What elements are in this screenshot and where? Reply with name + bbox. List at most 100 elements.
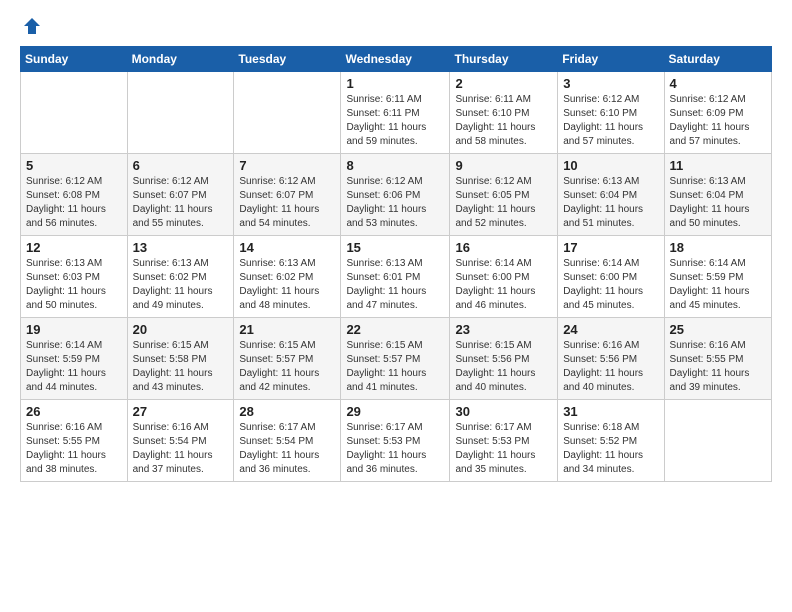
calendar-cell: 9 Sunrise: 6:12 AM Sunset: 6:05 PM Daylig…	[450, 154, 558, 236]
day-number: 16	[455, 240, 552, 255]
calendar-cell: 24 Sunrise: 6:16 AM Sunset: 5:56 PM Dayli…	[558, 318, 664, 400]
day-info: Sunrise: 6:13 AM Sunset: 6:02 PM Dayligh…	[239, 257, 335, 313]
calendar-week-row: 12 Sunrise: 6:13 AM Sunset: 6:03 PM Dayli…	[21, 236, 772, 318]
calendar-cell: 22 Sunrise: 6:15 AM Sunset: 5:57 PM Dayli…	[341, 318, 450, 400]
day-number: 3	[563, 76, 658, 91]
day-number: 7	[239, 158, 335, 173]
day-info: Sunrise: 6:11 AM Sunset: 6:10 PM Dayligh…	[455, 93, 552, 149]
day-number: 23	[455, 322, 552, 337]
day-info: Sunrise: 6:17 AM Sunset: 5:53 PM Dayligh…	[455, 421, 552, 477]
calendar-cell: 30Sunrise: 6:17 AM Sunset: 5:53 PM Dayli…	[450, 400, 558, 482]
calendar-cell: 16 Sunrise: 6:14 AM Sunset: 6:00 PM Dayli…	[450, 236, 558, 318]
day-number: 11	[670, 158, 766, 173]
day-number: 19	[26, 322, 122, 337]
calendar-cell: 15Sunrise: 6:13 AM Sunset: 6:01 PM Dayli…	[341, 236, 450, 318]
calendar-header-wednesday: Wednesday	[341, 47, 450, 72]
calendar-cell: 21 Sunrise: 6:15 AM Sunset: 5:57 PM Dayli…	[234, 318, 341, 400]
day-info: Sunrise: 6:12 AM Sunset: 6:10 PM Dayligh…	[563, 93, 658, 149]
calendar-cell: 7Sunrise: 6:12 AM Sunset: 6:07 PM Daylig…	[234, 154, 341, 236]
day-info: Sunrise: 6:15 AM Sunset: 5:57 PM Dayligh…	[239, 339, 335, 395]
logo	[20, 16, 42, 36]
day-info: Sunrise: 6:12 AM Sunset: 6:09 PM Dayligh…	[670, 93, 766, 149]
calendar-cell: 27 Sunrise: 6:16 AM Sunset: 5:54 PM Dayli…	[127, 400, 234, 482]
calendar-cell: 19 Sunrise: 6:14 AM Sunset: 5:59 PM Dayli…	[21, 318, 128, 400]
day-info: Sunrise: 6:14 AM Sunset: 5:59 PM Dayligh…	[26, 339, 122, 395]
day-number: 13	[133, 240, 229, 255]
day-number: 9	[455, 158, 552, 173]
day-info: Sunrise: 6:14 AM Sunset: 6:00 PM Dayligh…	[455, 257, 552, 313]
day-number: 29	[346, 404, 444, 419]
day-info: Sunrise: 6:16 AM Sunset: 5:55 PM Dayligh…	[670, 339, 766, 395]
calendar-cell: 2 Sunrise: 6:11 AM Sunset: 6:10 PM Daylig…	[450, 72, 558, 154]
day-number: 22	[346, 322, 444, 337]
logo-icon	[22, 16, 42, 36]
calendar-header-row: SundayMondayTuesdayWednesdayThursdayFrid…	[21, 47, 772, 72]
day-info: Sunrise: 6:16 AM Sunset: 5:56 PM Dayligh…	[563, 339, 658, 395]
calendar-cell	[234, 72, 341, 154]
day-number: 12	[26, 240, 122, 255]
day-info: Sunrise: 6:14 AM Sunset: 6:00 PM Dayligh…	[563, 257, 658, 313]
calendar-cell: 23 Sunrise: 6:15 AM Sunset: 5:56 PM Dayli…	[450, 318, 558, 400]
day-info: Sunrise: 6:13 AM Sunset: 6:02 PM Dayligh…	[133, 257, 229, 313]
day-number: 2	[455, 76, 552, 91]
day-number: 21	[239, 322, 335, 337]
day-info: Sunrise: 6:12 AM Sunset: 6:05 PM Dayligh…	[455, 175, 552, 231]
day-info: Sunrise: 6:15 AM Sunset: 5:56 PM Dayligh…	[455, 339, 552, 395]
calendar-cell: 3 Sunrise: 6:12 AM Sunset: 6:10 PM Daylig…	[558, 72, 664, 154]
day-number: 25	[670, 322, 766, 337]
calendar-cell: 4 Sunrise: 6:12 AM Sunset: 6:09 PM Daylig…	[664, 72, 771, 154]
day-info: Sunrise: 6:15 AM Sunset: 5:58 PM Dayligh…	[133, 339, 229, 395]
day-number: 6	[133, 158, 229, 173]
day-info: Sunrise: 6:16 AM Sunset: 5:54 PM Dayligh…	[133, 421, 229, 477]
day-info: Sunrise: 6:13 AM Sunset: 6:04 PM Dayligh…	[670, 175, 766, 231]
calendar-cell: 6 Sunrise: 6:12 AM Sunset: 6:07 PM Daylig…	[127, 154, 234, 236]
calendar-header-friday: Friday	[558, 47, 664, 72]
calendar-header-thursday: Thursday	[450, 47, 558, 72]
day-info: Sunrise: 6:12 AM Sunset: 6:08 PM Dayligh…	[26, 175, 122, 231]
day-number: 1	[346, 76, 444, 91]
day-number: 14	[239, 240, 335, 255]
day-number: 24	[563, 322, 658, 337]
day-info: Sunrise: 6:13 AM Sunset: 6:03 PM Dayligh…	[26, 257, 122, 313]
calendar-week-row: 1Sunrise: 6:11 AM Sunset: 6:11 PM Daylig…	[21, 72, 772, 154]
day-number: 28	[239, 404, 335, 419]
calendar-header-sunday: Sunday	[21, 47, 128, 72]
calendar-cell: 13 Sunrise: 6:13 AM Sunset: 6:02 PM Dayli…	[127, 236, 234, 318]
calendar-header-saturday: Saturday	[664, 47, 771, 72]
calendar-cell: 31Sunrise: 6:18 AM Sunset: 5:52 PM Dayli…	[558, 400, 664, 482]
calendar: SundayMondayTuesdayWednesdayThursdayFrid…	[20, 46, 772, 482]
day-info: Sunrise: 6:17 AM Sunset: 5:54 PM Dayligh…	[239, 421, 335, 477]
calendar-cell: 14 Sunrise: 6:13 AM Sunset: 6:02 PM Dayli…	[234, 236, 341, 318]
calendar-cell: 11 Sunrise: 6:13 AM Sunset: 6:04 PM Dayli…	[664, 154, 771, 236]
calendar-cell: 8 Sunrise: 6:12 AM Sunset: 6:06 PM Daylig…	[341, 154, 450, 236]
day-number: 15	[346, 240, 444, 255]
day-number: 27	[133, 404, 229, 419]
day-info: Sunrise: 6:15 AM Sunset: 5:57 PM Dayligh…	[346, 339, 444, 395]
day-number: 18	[670, 240, 766, 255]
page: SundayMondayTuesdayWednesdayThursdayFrid…	[0, 0, 792, 612]
calendar-cell: 28 Sunrise: 6:17 AM Sunset: 5:54 PM Dayli…	[234, 400, 341, 482]
calendar-cell	[21, 72, 128, 154]
calendar-week-row: 19 Sunrise: 6:14 AM Sunset: 5:59 PM Dayli…	[21, 318, 772, 400]
day-info: Sunrise: 6:12 AM Sunset: 6:06 PM Dayligh…	[346, 175, 444, 231]
day-number: 26	[26, 404, 122, 419]
calendar-cell: 10 Sunrise: 6:13 AM Sunset: 6:04 PM Dayli…	[558, 154, 664, 236]
calendar-cell: 5 Sunrise: 6:12 AM Sunset: 6:08 PM Daylig…	[21, 154, 128, 236]
day-number: 5	[26, 158, 122, 173]
calendar-header-monday: Monday	[127, 47, 234, 72]
day-number: 31	[563, 404, 658, 419]
day-number: 8	[346, 158, 444, 173]
day-info: Sunrise: 6:17 AM Sunset: 5:53 PM Dayligh…	[346, 421, 444, 477]
calendar-week-row: 5 Sunrise: 6:12 AM Sunset: 6:08 PM Daylig…	[21, 154, 772, 236]
calendar-week-row: 26 Sunrise: 6:16 AM Sunset: 5:55 PM Dayli…	[21, 400, 772, 482]
day-info: Sunrise: 6:14 AM Sunset: 5:59 PM Dayligh…	[670, 257, 766, 313]
calendar-cell: 12 Sunrise: 6:13 AM Sunset: 6:03 PM Dayli…	[21, 236, 128, 318]
calendar-cell: 25 Sunrise: 6:16 AM Sunset: 5:55 PM Dayli…	[664, 318, 771, 400]
day-info: Sunrise: 6:13 AM Sunset: 6:04 PM Dayligh…	[563, 175, 658, 231]
day-number: 10	[563, 158, 658, 173]
day-number: 4	[670, 76, 766, 91]
day-info: Sunrise: 6:12 AM Sunset: 6:07 PM Dayligh…	[133, 175, 229, 231]
calendar-header-tuesday: Tuesday	[234, 47, 341, 72]
day-number: 17	[563, 240, 658, 255]
day-info: Sunrise: 6:16 AM Sunset: 5:55 PM Dayligh…	[26, 421, 122, 477]
